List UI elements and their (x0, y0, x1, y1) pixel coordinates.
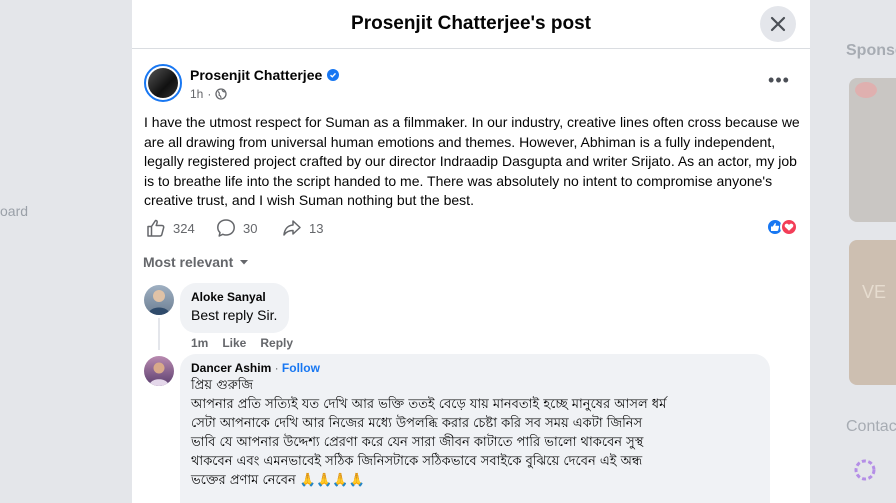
comment-bubble: Dancer Ashim · Follow প্রিয় গুরুজি আপনা… (180, 354, 770, 503)
chevron-down-icon (240, 260, 249, 265)
verified-badge-icon (327, 69, 340, 81)
background-ad-image-2 (849, 240, 896, 385)
post-text: I have the utmost respect for Suman as a… (144, 114, 800, 208)
post-time[interactable]: 1h (190, 87, 203, 101)
comment-sort-dropdown[interactable]: Most relevant (143, 254, 249, 270)
comment-button[interactable]: 30 (216, 218, 257, 238)
follow-button[interactable]: Follow (282, 361, 320, 375)
sort-label: Most relevant (143, 254, 234, 270)
comment-time[interactable]: 1m (191, 336, 208, 350)
share-button[interactable]: 13 (282, 218, 323, 238)
author-avatar-image (148, 68, 178, 98)
post-modal: Prosenjit Chatterjee's post Prosenjit Ch… (132, 0, 810, 503)
meta-dot: · (207, 87, 212, 101)
comment-line: ভাবি যে আপনার উদ্দেশ্য প্রেরণা করে যেন স… (191, 435, 644, 450)
commenter-avatar[interactable] (144, 356, 174, 386)
background-sponsored-heading: Sponso (846, 42, 896, 59)
post-header: Prosenjit Chatterjee 1h · ••• (144, 64, 798, 106)
comment-like-button[interactable]: Like (222, 336, 246, 350)
like-count: 324 (173, 220, 195, 236)
background-ad-logo (855, 82, 877, 98)
comment-count: 30 (243, 220, 258, 236)
name-separator: · (271, 361, 282, 375)
comment-thread-line (158, 318, 160, 350)
background-contacts-heading: Contac (846, 418, 896, 435)
thumbs-up-icon (147, 219, 165, 237)
author-name[interactable]: Prosenjit Chatterjee (190, 67, 322, 83)
comment-line: ভক্তের প্রণাম নেবেন 🙏🙏🙏🙏 (191, 473, 365, 488)
comment-text: প্রিয় গুরুজি আপনার প্রতি সত্যিই যত দেখি… (191, 376, 759, 490)
share-icon (283, 220, 301, 236)
post-meta: 1h · (190, 87, 228, 101)
comment-icon (217, 219, 235, 237)
author-name-row: Prosenjit Chatterjee (190, 67, 340, 83)
comment-line: থাকবেন এবং এমনভাবেই সঠিক জিনিসটাকে সঠিকভ… (191, 454, 643, 469)
like-button[interactable]: 324 (146, 218, 195, 238)
commenter-name-row: Dancer Ashim · Follow (191, 361, 759, 375)
background-ad-image-1 (849, 78, 896, 222)
share-count: 13 (309, 220, 324, 236)
close-button[interactable] (760, 6, 796, 42)
comment-reply-button[interactable]: Reply (260, 336, 293, 350)
background-ad-text: VE (862, 282, 887, 302)
commenter-name[interactable]: Dancer Ashim (191, 361, 271, 375)
post-actions: 324 30 13 (146, 218, 798, 240)
comment-actions: 1m Like Reply (191, 336, 293, 350)
comment-line: আপনার প্রতি সত্যিই যত দেখি আর ভক্তি ততই … (191, 397, 667, 412)
modal-header: Prosenjit Chatterjee's post (132, 0, 810, 49)
reaction-summary[interactable] (766, 218, 798, 236)
modal-title: Prosenjit Chatterjee's post (351, 13, 591, 34)
close-icon (770, 16, 786, 32)
meta-ai-icon (854, 459, 876, 481)
post-options-button[interactable]: ••• (764, 70, 794, 94)
person-photo-icon (149, 362, 169, 386)
commenter-avatar[interactable] (144, 285, 174, 315)
comment-text: Best reply Sir. (191, 307, 278, 323)
comment-line: সেটা আপনাকে দেখি আর নিজের মধ্যে উপলব্ধি … (191, 416, 643, 431)
person-photo-icon (148, 290, 170, 315)
commenter-name[interactable]: Aloke Sanyal (191, 290, 278, 304)
globe-icon (215, 88, 228, 100)
comment-line: প্রিয় গুরুজি (191, 378, 254, 393)
comment-bubble: Aloke Sanyal Best reply Sir. (180, 283, 289, 333)
author-avatar[interactable] (144, 64, 182, 102)
background-left-label: oard (0, 203, 29, 219)
love-reaction-icon (780, 218, 798, 236)
background-left-column: oard (0, 0, 132, 503)
